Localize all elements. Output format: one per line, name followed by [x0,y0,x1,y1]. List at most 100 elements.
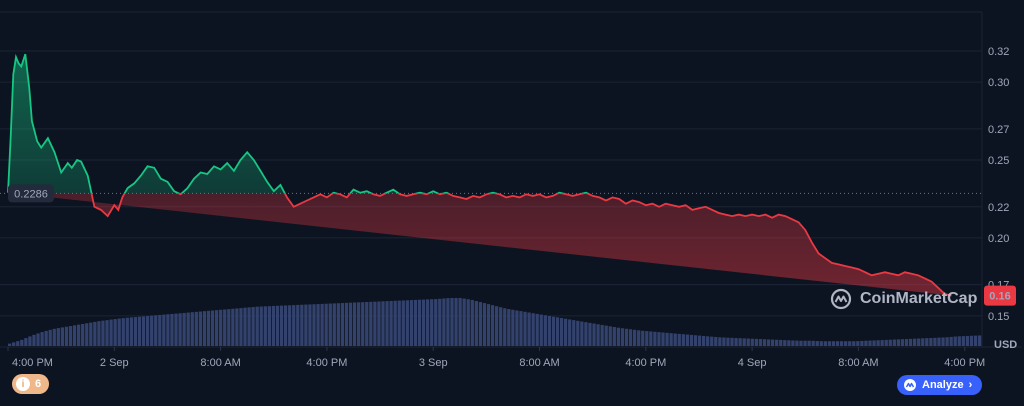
notification-badge[interactable]: i 6 [12,374,50,394]
volume-bar [653,331,657,346]
chevron-right-icon: › [968,379,973,391]
volume-bar [815,341,819,346]
volume-bar [848,341,852,346]
volume-bar [304,304,308,346]
volume-bar [32,334,36,346]
volume-bar [190,312,194,346]
volume-bar [734,338,738,346]
volume-bar [401,300,405,346]
info-icon: i [16,377,30,391]
y-tick-label: 0.27 [988,124,1009,136]
volume-bar [665,332,669,346]
volume-bar [600,324,604,346]
x-tick-label: 4:00 PM [944,357,985,369]
volume-bar [369,301,373,346]
volume-bar [85,323,89,346]
x-tick-label: 4:00 PM [625,357,666,369]
volume-bar [742,338,746,346]
volume-bar [758,339,763,346]
volume-bar [913,338,917,346]
volume-bar [884,339,888,346]
volume-bar [515,310,519,346]
volume-bar [336,303,340,346]
volume-bar [535,313,539,346]
volume-bar [450,298,454,346]
volume-bar [787,340,791,346]
volume-bar [52,328,56,346]
price-chart: 0.150.170.200.220.250.270.300.32USD0.228… [0,11,1022,369]
volume-bar [892,339,896,346]
volume-bar [568,319,572,346]
volume-bar [697,335,702,346]
notification-count: 6 [35,378,42,390]
volume-bar [235,308,239,346]
volume-bar [490,305,495,346]
volume-bar [259,306,263,346]
currency-label: USD [994,339,1017,351]
volume-bar [344,302,349,346]
y-tick-label: 0.32 [988,46,1009,58]
volume-bar [689,334,694,346]
volume-bar [64,326,69,346]
volume-bar [499,307,503,346]
volume-bar [72,325,77,346]
volume-bar [178,313,182,346]
x-tick-label: 4 Sep [738,357,767,369]
volume-bar [917,338,921,346]
volume-bar [632,329,637,346]
volume-bar [718,337,722,346]
volume-bar [592,323,596,346]
volume-bar [267,306,271,346]
volume-bar [486,304,491,346]
x-tick-label: 8:00 AM [838,357,878,369]
volume-bar [628,329,633,346]
coinmarketcap-logo-icon [904,379,916,391]
volume-bar [896,339,901,346]
volume-bar [44,330,48,346]
volume-bar [438,298,442,346]
volume-bar [750,338,754,346]
volume-bar [775,339,779,346]
volume-bar [320,303,324,346]
volume-bar [823,341,827,346]
volume-bar [292,305,296,346]
volume-bar [421,299,426,346]
volume-bar [933,337,937,346]
volume-bar [60,327,65,346]
analyze-label: Analyze [922,379,964,391]
volume-bar [247,307,251,346]
volume-bar [762,339,767,346]
y-tick-label: 0.20 [988,233,1009,245]
volume-bar [393,300,397,346]
volume-bar [8,343,12,346]
volume-bar [852,341,856,346]
volume-bar [474,301,478,346]
volume-bar [154,315,158,346]
volume-bar [856,341,860,346]
volume-bar [555,317,560,346]
analyze-button[interactable]: Analyze › [897,375,983,395]
volume-bar [819,341,823,346]
volume-bar [93,321,97,346]
volume-bar [275,305,280,346]
volume-bar [397,300,401,346]
volume-bar [308,304,312,346]
volume-bar [681,334,685,346]
volume-bar [827,341,832,346]
volume-bar [701,335,706,346]
volume-bar [888,339,892,346]
y-tick-label: 0.25 [988,155,1009,167]
volume-bar [458,298,462,346]
volume-bar [766,339,771,346]
volume-bar [381,301,385,346]
volume-bar [523,311,527,346]
volume-bar [462,298,466,346]
volume-bar [36,333,40,346]
volume-bar [649,331,653,346]
volume-bar [519,311,523,346]
volume-bar [117,318,121,346]
volume-bar [202,311,207,346]
volume-bar [641,330,645,346]
volume-bar [612,327,616,346]
volume-bar [949,336,953,346]
